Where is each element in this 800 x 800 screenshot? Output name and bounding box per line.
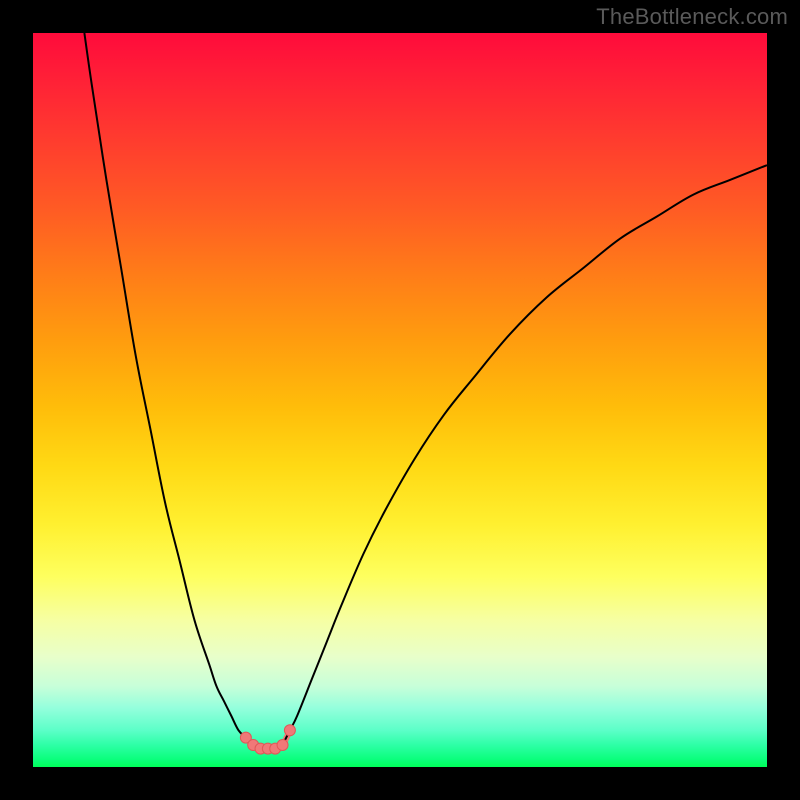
curve-left-branch — [84, 33, 253, 745]
curve-right-branch — [283, 165, 767, 745]
chart-svg — [33, 33, 767, 767]
watermark-text: TheBottleneck.com — [596, 4, 788, 30]
chart-frame: TheBottleneck.com — [0, 0, 800, 800]
plot-area — [33, 33, 767, 767]
valley-marker — [277, 739, 288, 750]
valley-marker — [284, 725, 295, 736]
